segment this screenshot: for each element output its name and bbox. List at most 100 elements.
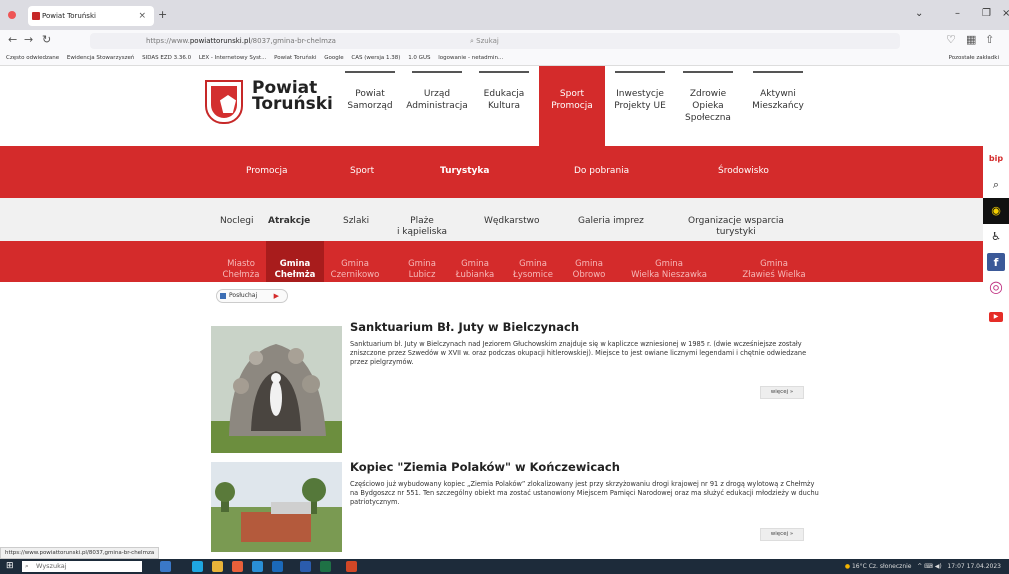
powerpoint-icon[interactable] [346, 561, 357, 572]
gmina-lubianka[interactable]: Gmina Łubianka [452, 259, 498, 281]
tab-title: Powiat Toruński [42, 12, 96, 20]
gmina-chelmza[interactable]: Gmina Chełmża [266, 241, 324, 282]
url-prefix: https://www. [146, 37, 190, 45]
navigation-bar: ← → ↻ https://www.powiattorunski.pl/8037… [0, 30, 1009, 52]
new-tab-button[interactable]: + [158, 8, 167, 21]
tab-list-icon[interactable]: ⌄ [915, 8, 923, 19]
submenu-atrakcje[interactable]: Atrakcje [268, 216, 310, 227]
submenu-organizacje[interactable]: Organizacje wsparcia turystyki [686, 216, 786, 238]
bookmark-item[interactable]: Google [324, 55, 343, 61]
windows-start-icon[interactable]: ⊞ [6, 561, 16, 571]
outlook-icon[interactable] [272, 561, 283, 572]
facebook-icon[interactable]: f [987, 253, 1005, 271]
gmina-obrowo[interactable]: Gmina Obrowo [568, 259, 610, 281]
submenu-plaze[interactable]: Plaże i kąpieliska [396, 216, 448, 238]
browser-tab[interactable]: Powiat Toruński × [28, 6, 154, 26]
sanctuary-photo[interactable] [211, 326, 342, 453]
menu-do-pobrania[interactable]: Do pobrania [574, 166, 629, 176]
reload-icon[interactable]: ↻ [42, 33, 51, 46]
gmina-miasto-chelmza[interactable]: Miasto Chełmża [220, 259, 262, 281]
menu-sport[interactable]: Sport [350, 166, 374, 176]
article-title[interactable]: Kopiec "Ziemia Polaków" w Kończewicach [350, 460, 620, 474]
submenu-wedkarstwo[interactable]: Wędkarstwo [484, 216, 540, 227]
gmina-zlawies-wielka[interactable]: Gmina Zławieś Wielka [738, 259, 810, 281]
status-url: https://www.powiattorunski.pl/8037,gmina… [0, 547, 160, 559]
excel-icon[interactable] [320, 561, 331, 572]
forward-icon[interactable]: → [24, 33, 33, 46]
extensions-icon[interactable]: ▦ [966, 33, 976, 46]
bookmark-item[interactable]: Często odwiedzane [6, 55, 59, 61]
share-icon[interactable]: ⇧ [985, 33, 994, 46]
top-nav-powiat[interactable]: Powiat Samorząd [337, 66, 403, 146]
url-domain: powiattorunski.pl [189, 37, 251, 45]
more-button[interactable]: więcej » [760, 386, 804, 399]
mound-photo[interactable] [211, 462, 342, 552]
submenu-galeria[interactable]: Galeria imprez [578, 216, 644, 227]
weather-icon[interactable]: ● [845, 563, 850, 570]
more-button[interactable]: więcej » [760, 528, 804, 541]
bip-icon[interactable]: bip [983, 146, 1009, 172]
pocket-icon[interactable]: ♡ [946, 33, 956, 46]
bookmark-item[interactable]: Ewidencja Stowarzyszeń [67, 55, 134, 61]
clock-date[interactable]: 17.04.2023 [967, 563, 1001, 570]
menu-promocja[interactable]: Promocja [246, 166, 288, 176]
listen-label: Posłuchaj [229, 292, 258, 299]
task-view-icon[interactable] [160, 561, 171, 572]
word-icon[interactable] [300, 561, 311, 572]
menu-srodowisko[interactable]: Środowisko [718, 166, 769, 176]
top-nav-zdrowie[interactable]: Zdrowie Opieka Społeczna [675, 66, 741, 146]
gmina-lysomice[interactable]: Gmina Łysomice [509, 259, 557, 281]
contrast-icon[interactable]: ◉ [983, 198, 1009, 224]
gmina-lubicz[interactable]: Gmina Lubicz [402, 259, 442, 281]
taskbar-search-placeholder: Wyszukaj [36, 562, 67, 570]
file-explorer-icon[interactable] [212, 561, 223, 572]
gmina-wielka-nieszawka[interactable]: Gmina Wielka Nieszawka [628, 259, 710, 281]
bookmark-item[interactable]: logowanie - netadmin... [438, 55, 503, 61]
bookmark-item[interactable]: 1.0 GUS [408, 55, 430, 61]
accessibility-icon[interactable]: ♿ [983, 224, 1009, 250]
url-path: /8037,gmina-br-chelmza [250, 37, 336, 45]
system-tray: ● 16°C Cz. słonecznie ^ ⌨ ◀) 17:07 17.04… [845, 563, 1001, 570]
top-nav-edukacja[interactable]: Edukacja Kultura [471, 66, 537, 146]
search-icon[interactable]: ⌕ [983, 172, 1009, 198]
bookmark-item[interactable]: Powiat Toruński [274, 55, 316, 61]
address-bar[interactable]: https://www.powiattorunski.pl/8037,gmina… [90, 33, 900, 49]
weather-text[interactable]: 16°C Cz. słonecznie [852, 563, 912, 570]
speaker-icon [220, 293, 226, 299]
top-nav-urzad[interactable]: Urząd Administracja [404, 66, 470, 146]
instagram-icon[interactable]: ◎ [987, 278, 1005, 296]
article-title[interactable]: Sanktuarium Bł. Juty w Bielczynach [350, 320, 579, 334]
submenu-szlaki[interactable]: Szlaki [343, 216, 369, 227]
search-field[interactable]: ⌕ Szukaj [470, 37, 499, 46]
site-logo-text[interactable]: Powiat Toruński [252, 80, 333, 113]
back-icon[interactable]: ← [8, 33, 17, 46]
menu-turystyka[interactable]: Turystyka [440, 166, 489, 176]
firefox-icon[interactable] [232, 561, 243, 572]
taskbar-search[interactable]: ⌕ Wyszukaj [22, 561, 142, 572]
top-nav-sport[interactable]: Sport Promocja [539, 66, 605, 146]
submenu-noclegi[interactable]: Noclegi [220, 216, 253, 227]
clock-time[interactable]: 17:07 [947, 563, 964, 570]
bookmark-item[interactable]: SIDAS EZD 3.36.0 [142, 55, 191, 61]
bookmark-item[interactable]: LEX - Internetowy Syst... [199, 55, 267, 61]
windows-taskbar: ⊞ ⌕ Wyszukaj ● 16°C Cz. słonecznie ^ ⌨ ◀… [0, 559, 1009, 574]
tray-icons[interactable]: ^ ⌨ ◀) [917, 563, 941, 570]
coat-of-arms-logo[interactable] [205, 80, 243, 124]
article-card: Sanktuarium Bł. Juty w Bielczynach Sankt… [211, 318, 811, 458]
close-tab-icon[interactable]: × [138, 11, 146, 21]
top-nav-inwestycje[interactable]: Inwestycje Projekty UE [607, 66, 673, 146]
app-icon[interactable] [252, 561, 263, 572]
listen-button[interactable]: Posłuchaj ▶ [216, 289, 288, 303]
close-window-icon[interactable]: × [1002, 8, 1009, 19]
article-text: Sanktuarium bł. Juty w Bielczynach nad J… [350, 340, 807, 366]
minimize-icon[interactable]: – [955, 8, 960, 19]
eagle-icon [220, 95, 236, 113]
maximize-icon[interactable]: ❐ [982, 8, 991, 19]
browser-menu-icon[interactable] [8, 11, 16, 19]
gmina-czernikowo[interactable]: Gmina Czernikowo [330, 259, 380, 281]
bookmark-item[interactable]: CAS (wersja 1.38) [351, 55, 400, 61]
edge-icon[interactable] [192, 561, 203, 572]
top-nav-aktywni[interactable]: Aktywni Mieszkańcy [745, 66, 811, 146]
youtube-icon[interactable]: ▶ [989, 312, 1003, 322]
other-bookmarks[interactable]: Pozostałe zakładki [949, 55, 999, 61]
